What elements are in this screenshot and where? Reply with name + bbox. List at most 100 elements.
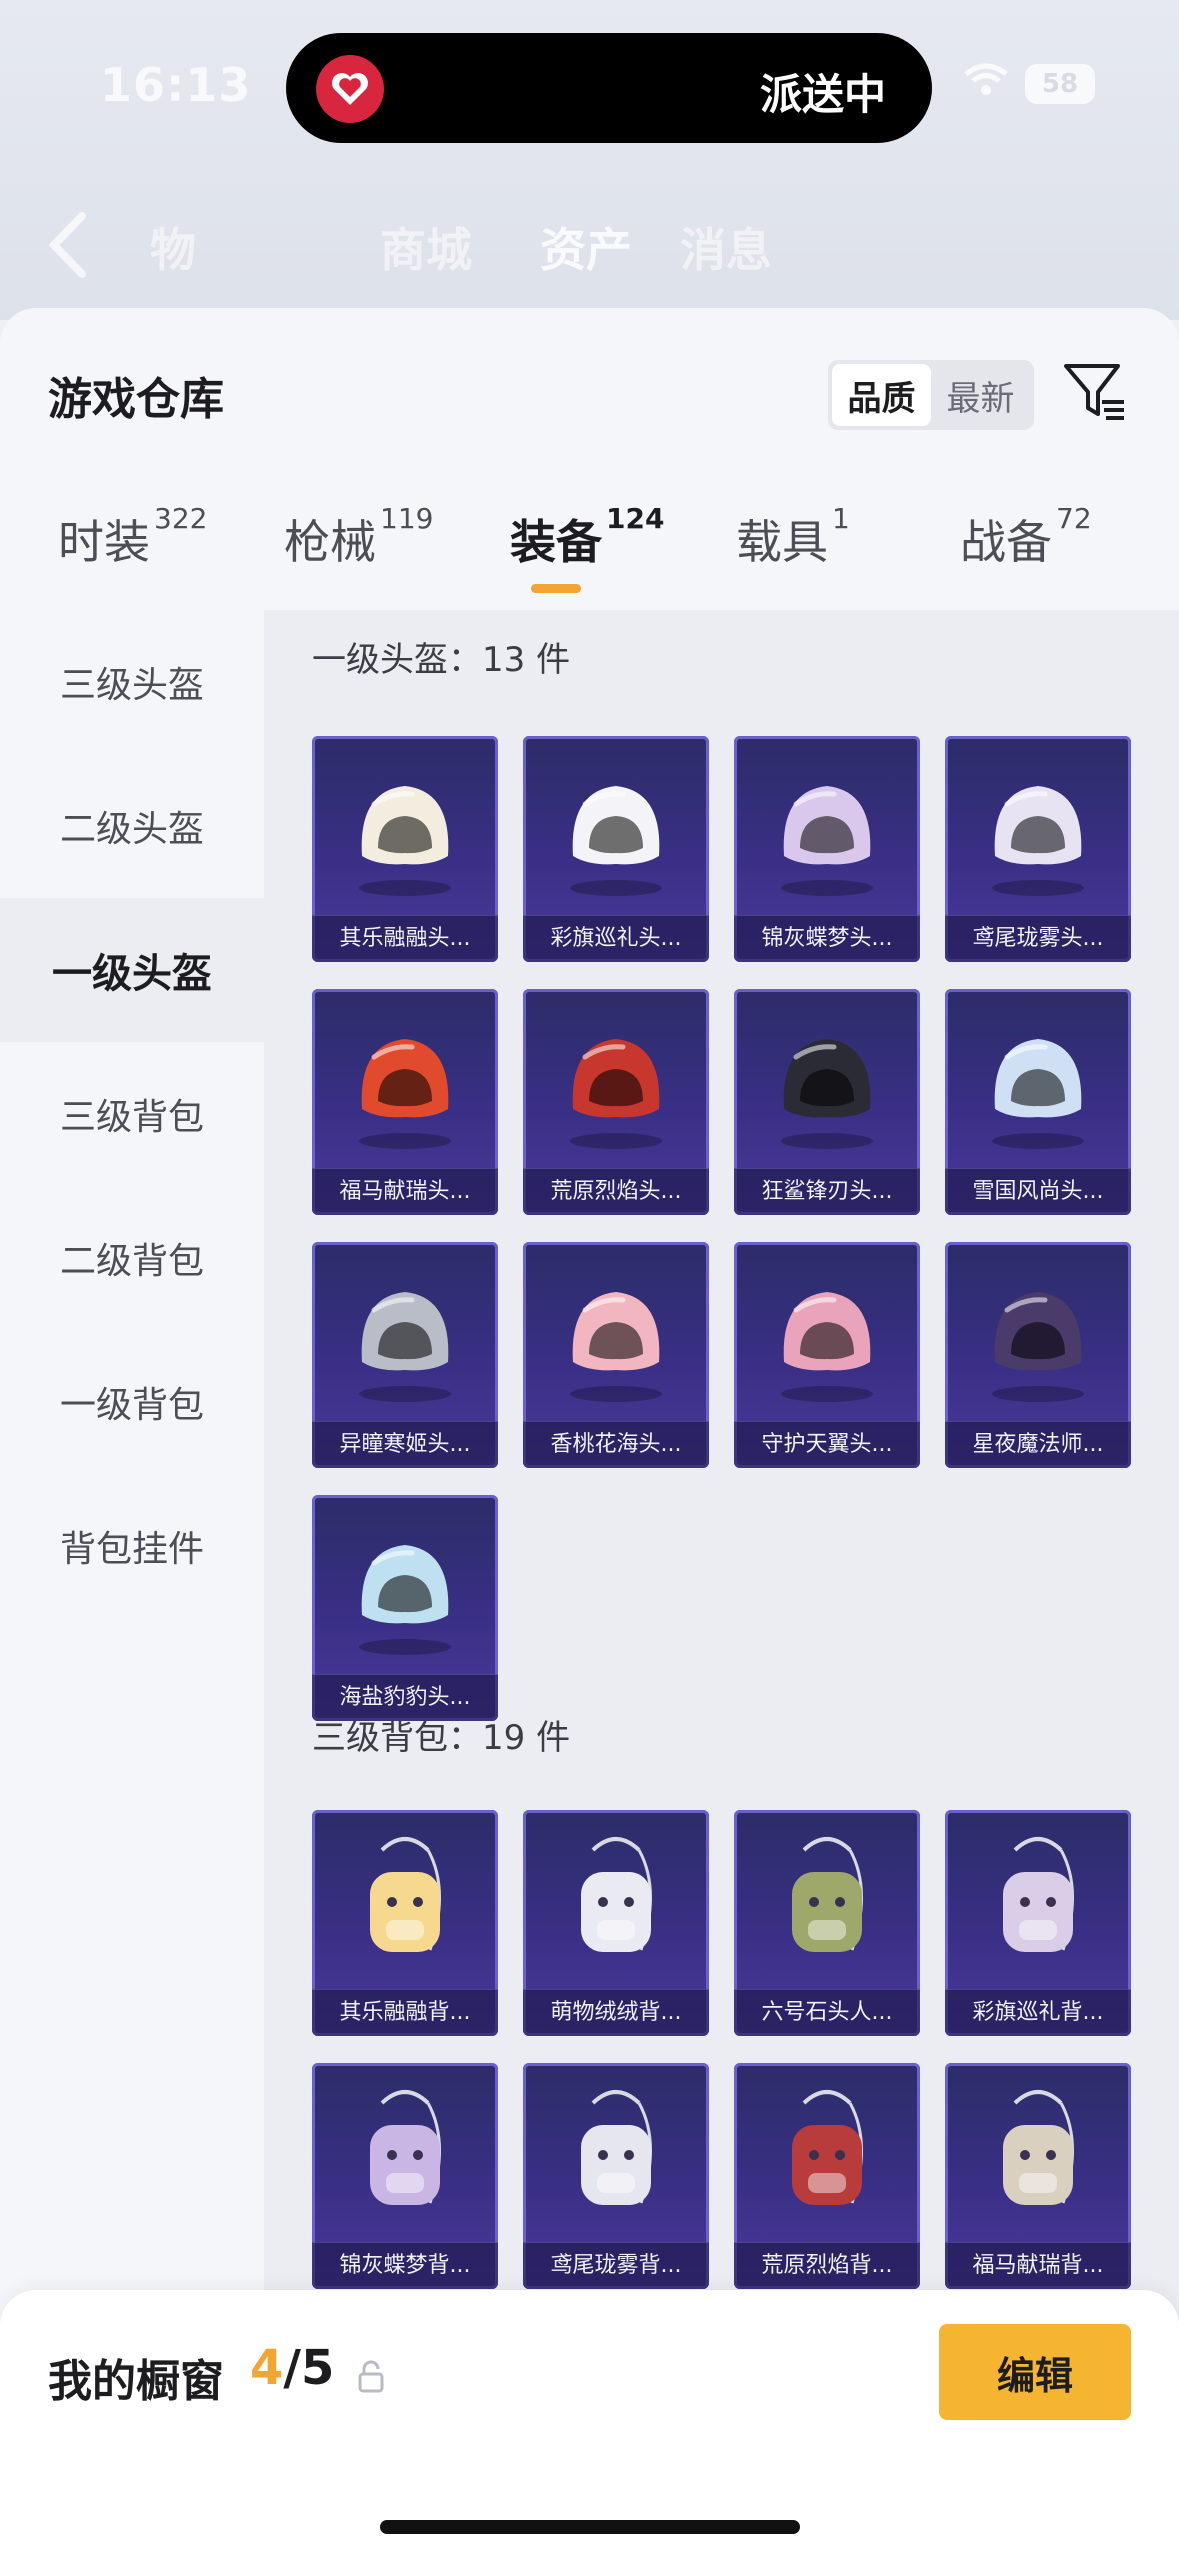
item-name: 其乐融融头... [312, 915, 498, 962]
backpack-item-card[interactable]: 鸢尾珑雾背... [523, 2063, 709, 2289]
tab-active-indicator [531, 584, 581, 593]
tab-supplies[interactable]: 战备 72 [960, 502, 1092, 572]
helmet-item-card[interactable]: 香桃花海头... [523, 1242, 709, 1468]
item-name: 守护天翼头... [734, 1421, 920, 1468]
helmet-icon [570, 786, 662, 896]
helmet-icon [570, 1039, 662, 1149]
warehouse-sheet: 游戏仓库 品质 最新 时装 322 枪械 119 装备 124 载具 1 战备 72 三级… [0, 308, 1179, 2556]
tab-vehicles[interactable]: 载具 1 [736, 502, 850, 572]
backpack-icon [370, 2090, 442, 2205]
helmet-item-card[interactable]: 锦灰蝶梦头... [734, 736, 920, 962]
helmet-icon [781, 786, 873, 896]
showcase-count: 4/5 [250, 2340, 335, 2396]
item-name: 六号石头人... [734, 1989, 920, 2036]
app-logo-icon [316, 55, 384, 123]
tab-equipment[interactable]: 装备 124 [510, 502, 664, 572]
helmet-icon [359, 786, 451, 896]
helmet-icon [570, 1292, 662, 1402]
item-name: 锦灰蝶梦背... [312, 2242, 498, 2289]
backpack-icon [792, 2090, 864, 2205]
backpack-item-card[interactable]: 福马献瑞背... [945, 2063, 1131, 2289]
item-name: 福马献瑞背... [945, 2242, 1131, 2289]
sort-newest-button[interactable]: 最新 [931, 364, 1030, 426]
sidebar-item-pendant[interactable]: 背包挂件 [0, 1474, 264, 1618]
backpack-item-card[interactable]: 荒原烈焰背... [734, 2063, 920, 2289]
item-name: 彩旗巡礼背... [945, 1989, 1131, 2036]
sidebar-item-helmet-1[interactable]: 一级头盔 [0, 898, 264, 1042]
backpack-icon [581, 2090, 653, 2205]
battery-icon: 58 [1025, 64, 1095, 104]
backpack-icon [1003, 1837, 1075, 1952]
nav-item-2[interactable]: 商城 [380, 214, 472, 280]
sidebar-item-helmet-3[interactable]: 三级头盔 [0, 610, 264, 754]
backpack-item-card[interactable]: 六号石头人... [734, 1810, 920, 2036]
backpack-icon [1003, 2090, 1075, 2205]
backpack-icon [581, 1837, 653, 1952]
item-name: 雪国风尚头... [945, 1168, 1131, 1215]
page-title: 游戏仓库 [48, 374, 224, 425]
helmet-item-card[interactable]: 海盐豹豹头... [312, 1495, 498, 1721]
helmet-icon [992, 786, 1084, 896]
backpack-item-card[interactable]: 萌物绒绒背... [523, 1810, 709, 2036]
backpack-item-card[interactable]: 其乐融融背... [312, 1810, 498, 2036]
helmet-icon [359, 1545, 451, 1655]
item-name: 香桃花海头... [523, 1421, 709, 1468]
filter-icon[interactable] [1062, 360, 1126, 424]
home-indicator [380, 2520, 800, 2534]
item-name: 福马献瑞头... [312, 1168, 498, 1215]
sidebar-item-backpack-2[interactable]: 二级背包 [0, 1186, 264, 1330]
backpack-icon [792, 1837, 864, 1952]
showcase-label: 我的橱窗 [48, 2356, 224, 2407]
helmet-item-card[interactable]: 鸢尾珑雾头... [945, 736, 1131, 962]
backpack-item-card[interactable]: 彩旗巡礼背... [945, 1810, 1131, 2036]
section-title-backpack-3: 三级背包：19 件 [312, 1718, 571, 1758]
item-name: 荒原烈焰背... [734, 2242, 920, 2289]
dynamic-island[interactable]: 派送中 [286, 33, 932, 143]
status-time: 16:13 [100, 58, 252, 112]
section-title-helmet-1: 一级头盔：13 件 [312, 640, 571, 680]
helmet-item-card[interactable]: 彩旗巡礼头... [523, 736, 709, 962]
item-name: 鸢尾珑雾头... [945, 915, 1131, 962]
helmet-icon [359, 1039, 451, 1149]
sort-toggle[interactable]: 品质 最新 [828, 360, 1034, 430]
helmet-icon [992, 1039, 1084, 1149]
backpack-item-card[interactable]: 锦灰蝶梦背... [312, 2063, 498, 2289]
nav-item-3[interactable]: 资产 [540, 214, 632, 280]
helmet-item-card[interactable]: 异瞳寒姬头... [312, 1242, 498, 1468]
back-arrow-icon[interactable] [44, 210, 94, 280]
item-name: 其乐融融背... [312, 1989, 498, 2036]
sidebar-item-helmet-2[interactable]: 二级头盔 [0, 754, 264, 898]
item-name: 鸢尾珑雾背... [523, 2242, 709, 2289]
nav-item-1[interactable]: 物 [150, 214, 196, 280]
edit-button[interactable]: 编辑 [939, 2324, 1131, 2420]
wifi-icon [964, 63, 1008, 95]
helmet-item-card[interactable]: 雪国风尚头... [945, 989, 1131, 1215]
item-name: 狂鲨锋刃头... [734, 1168, 920, 1215]
helmet-icon [781, 1039, 873, 1149]
helmet-icon [359, 1292, 451, 1402]
helmet-item-card[interactable]: 荒原烈焰头... [523, 989, 709, 1215]
helmet-item-card[interactable]: 星夜魔法师... [945, 1242, 1131, 1468]
nav-item-4[interactable]: 消息 [680, 214, 772, 280]
tab-fashion[interactable]: 时装 322 [58, 502, 207, 572]
sidebar-item-backpack-1[interactable]: 一级背包 [0, 1330, 264, 1474]
helmet-item-card[interactable]: 福马献瑞头... [312, 989, 498, 1215]
tab-guns[interactable]: 枪械 119 [284, 502, 433, 572]
backpack-icon [370, 1837, 442, 1952]
helmet-item-card[interactable]: 狂鲨锋刃头... [734, 989, 920, 1215]
helmet-icon [992, 1292, 1084, 1402]
delivery-status: 派送中 [759, 70, 886, 119]
items-grid: 一级头盔：13 件 其乐融融头... 彩旗巡礼头... 锦灰蝶梦头... 鸢尾珑… [264, 610, 1179, 2556]
helmet-item-card[interactable]: 守护天翼头... [734, 1242, 920, 1468]
item-name: 锦灰蝶梦头... [734, 915, 920, 962]
item-name: 彩旗巡礼头... [523, 915, 709, 962]
helmet-icon [781, 1292, 873, 1402]
showcase-bar: 我的橱窗 4/5 编辑 [0, 2290, 1179, 2556]
sidebar-item-backpack-3[interactable]: 三级背包 [0, 1042, 264, 1186]
sort-quality-button[interactable]: 品质 [832, 364, 931, 426]
helmet-item-card[interactable]: 其乐融融头... [312, 736, 498, 962]
item-name: 星夜魔法师... [945, 1421, 1131, 1468]
item-name: 荒原烈焰头... [523, 1168, 709, 1215]
item-name: 萌物绒绒背... [523, 1989, 709, 2036]
lock-icon [358, 2360, 384, 2393]
